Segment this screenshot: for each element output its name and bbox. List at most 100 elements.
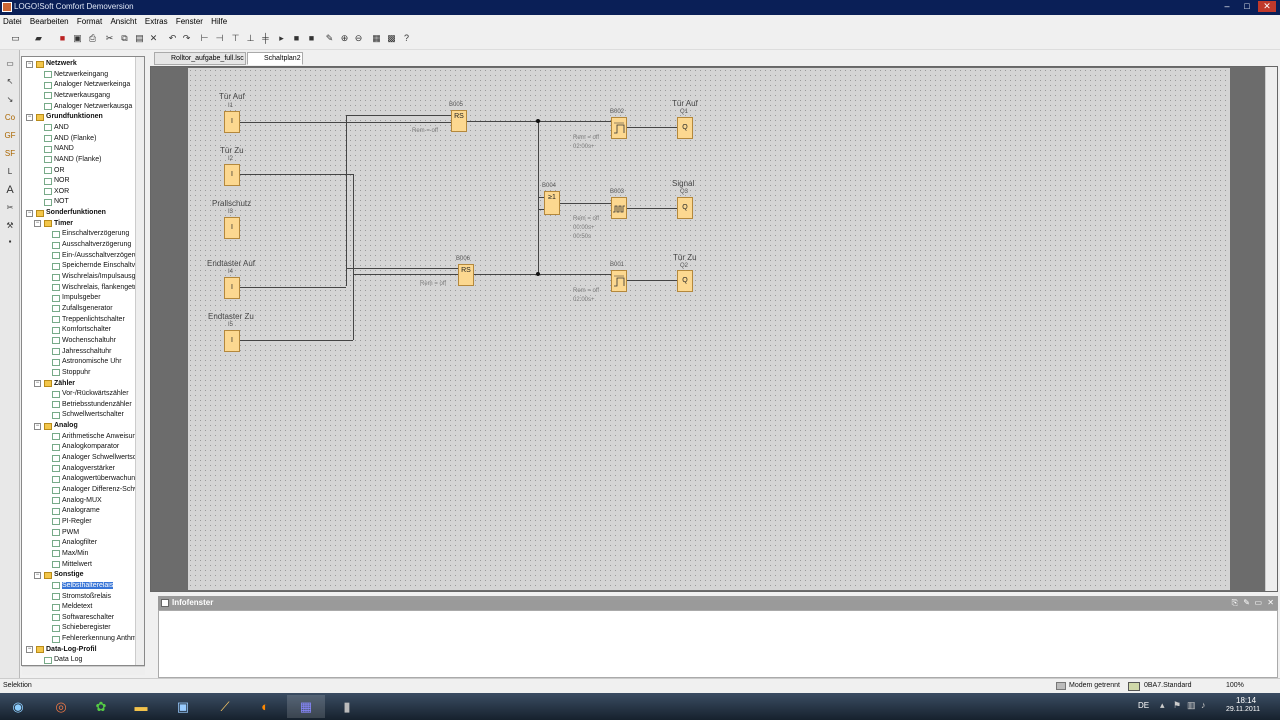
tool-icon[interactable]: ⟋ (206, 695, 244, 718)
input-block-i5[interactable]: I (224, 330, 240, 352)
tree-item[interactable]: Sonderfunktionen (46, 208, 106, 218)
app-task-icon[interactable]: ▮ (328, 695, 366, 718)
tree-item[interactable]: Netzwerkeingang (54, 70, 108, 80)
wire-b002-q1[interactable] (627, 127, 677, 128)
zoom-in-icon[interactable]: ⊕ (339, 33, 350, 44)
input-block-i4[interactable]: I (224, 277, 240, 299)
pulse-block-b003[interactable] (611, 197, 627, 219)
tree-item[interactable]: Fehlererkennung Anthme (62, 634, 141, 644)
tree-item[interactable]: Data Log (54, 655, 82, 665)
menu-fenster[interactable]: Fenster (173, 15, 206, 26)
tab-schaltplan2[interactable]: Schaltplan2 (247, 52, 303, 65)
tray-flag-icon[interactable]: ⚑ (1173, 700, 1181, 711)
collapse-toggle-icon[interactable]: − (34, 422, 41, 430)
tree-item[interactable]: Treppenlichtschalter (62, 315, 125, 325)
tree-item[interactable]: Analograme (62, 506, 100, 516)
print-icon[interactable]: ⎙ (87, 33, 98, 44)
paste-icon[interactable]: ▤ (134, 33, 145, 44)
output-block-q1[interactable]: Q (677, 117, 693, 139)
clock-date[interactable]: 29.11.2011 (1226, 706, 1260, 713)
wire-b004-b003[interactable] (560, 203, 611, 204)
tree-item[interactable]: OR (54, 166, 65, 176)
tree-item[interactable]: Schwellwertschalter (62, 410, 124, 420)
wire-b006-reset[interactable] (353, 274, 458, 275)
wire-b003-q3[interactable] (627, 208, 677, 209)
tree-item[interactable]: Wischrelais, flankengetri (62, 283, 138, 293)
or-block-b004[interactable]: ≥1 (544, 191, 560, 215)
explorer-icon[interactable]: ▬ (122, 695, 160, 718)
wire-b005-set[interactable] (346, 115, 451, 116)
wire-or-in1[interactable] (538, 197, 544, 198)
close-file-icon[interactable]: ■ (57, 33, 68, 44)
align-top-icon[interactable]: ⊤ (230, 33, 241, 44)
tree-item[interactable]: Wochenschaltuhr (62, 336, 116, 346)
redo-icon[interactable]: ↷ (181, 33, 192, 44)
tree-item[interactable]: Softwareschalter (62, 613, 114, 623)
tree-item[interactable]: Analog-MUX (62, 496, 102, 506)
tree-item[interactable]: Arithmetische Anweisung (62, 432, 140, 442)
minimize-button[interactable]: – (1218, 1, 1236, 12)
tree-item[interactable]: Analoger Netzwerkeinga (54, 80, 130, 90)
tree-item[interactable]: Analoger Differenz-Schw (62, 485, 139, 495)
delete-icon[interactable]: ✕ (148, 33, 159, 44)
tree-item[interactable]: Ein-/Ausschaltverzögeru (62, 251, 138, 261)
tree-item[interactable]: Sonstige (54, 570, 84, 580)
tree-item[interactable]: Analoger Netzwerkausga (54, 102, 132, 112)
tree-item[interactable]: Analogkomparator (62, 442, 119, 452)
menu-format[interactable]: Format (74, 15, 105, 26)
tree-item[interactable]: NOR (54, 176, 70, 186)
close-button[interactable]: ✕ (1258, 1, 1276, 12)
tree-item[interactable]: Zähler (54, 379, 75, 389)
simulation-icon[interactable]: ⚒ (4, 220, 16, 232)
tree-item[interactable]: Stoppuhr (62, 368, 90, 378)
wire-vertical-left[interactable] (346, 115, 347, 286)
tree-item[interactable]: Analogverstärker (62, 464, 115, 474)
language-indicator[interactable]: DE (1138, 701, 1149, 710)
info-restore-icon[interactable]: ▭ (1254, 598, 1262, 607)
info-close-icon[interactable]: ✕ (1267, 598, 1274, 607)
wire-b006-b001[interactable] (474, 274, 611, 275)
tree-item[interactable]: Jahresschaltuhr (62, 347, 111, 357)
tree-item[interactable]: Vor-/Rückwärtszähler (62, 389, 129, 399)
help-context-icon[interactable]: ? (401, 33, 412, 44)
info-clear-icon[interactable]: ⎘ (1232, 598, 1238, 608)
collapse-toggle-icon[interactable]: − (34, 380, 41, 387)
menu-extras[interactable]: Extras (142, 15, 171, 26)
open-folder-icon[interactable]: ▰ (33, 33, 44, 44)
menu-bearbeiten[interactable]: Bearbeiten (27, 15, 72, 26)
tree-item[interactable]: NOT (54, 197, 69, 207)
tree-item[interactable]: Ausschaltverzögerung (62, 240, 131, 250)
ungroup-icon[interactable]: ■ (306, 33, 317, 44)
tree-item[interactable]: AND (54, 123, 69, 133)
collapse-toggle-icon[interactable]: − (26, 209, 33, 217)
wire-or-in2[interactable] (538, 209, 544, 210)
page-view-icon[interactable]: ▩ (386, 33, 397, 44)
cut-icon[interactable]: ✂ (104, 33, 115, 44)
tree-item[interactable]: Mittelwert (62, 560, 92, 570)
wire-vertical-right[interactable] (353, 174, 354, 340)
menu-datei[interactable]: Datei (0, 15, 25, 26)
new-file-icon[interactable]: ▭ (10, 33, 21, 44)
save-icon[interactable]: ▣ (72, 33, 83, 44)
tree-item[interactable]: NAND (54, 144, 74, 154)
tree-item[interactable]: Netzwerkausgang (54, 91, 110, 101)
tab-rolltor[interactable]: Rolltor_aufgabe_full.lsc (154, 52, 246, 65)
tree-item[interactable]: Analoger Schwellwertsch (62, 453, 140, 463)
maximize-button[interactable]: □ (1238, 1, 1256, 12)
volume-icon[interactable]: ♪ (1201, 700, 1206, 710)
tree-item[interactable]: Einschaltverzögerung (62, 229, 129, 239)
tree-item[interactable]: Komfortschalter (62, 325, 111, 335)
info-edit-icon[interactable]: ✎ (1243, 598, 1250, 607)
clover-icon[interactable]: ✿ (82, 695, 120, 718)
tree-item[interactable]: Netzwerk (46, 59, 77, 69)
basic-functions-icon[interactable]: GF (4, 130, 16, 142)
tree-horizontal-scrollbar[interactable] (22, 666, 145, 675)
text-block-icon[interactable]: L (4, 166, 16, 178)
cut-connector-icon[interactable]: ✂ (4, 202, 16, 214)
text-icon[interactable]: A (4, 184, 16, 196)
chrome-icon[interactable]: ◎ (42, 695, 80, 718)
tree-item[interactable]: Analogfilter (62, 538, 97, 548)
tree-item[interactable]: XOR (54, 187, 69, 197)
tree-item[interactable]: Grundfunktionen (46, 112, 103, 122)
copy-icon[interactable]: ⧉ (119, 33, 130, 44)
